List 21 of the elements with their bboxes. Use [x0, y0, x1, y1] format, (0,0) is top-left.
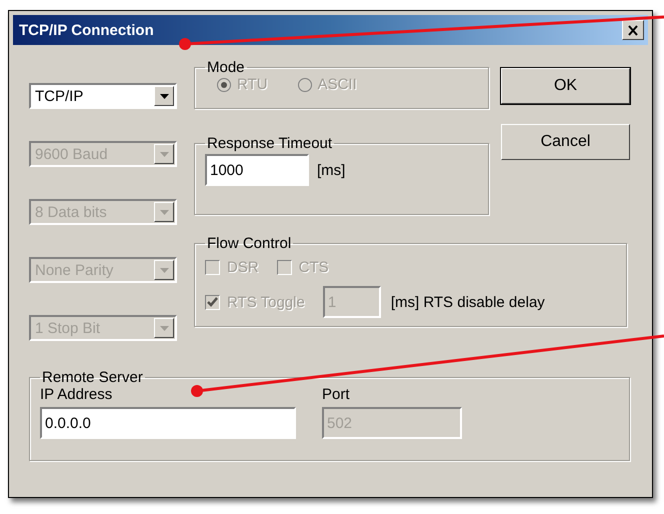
caret-icon: [160, 152, 168, 156]
field-label: Port: [322, 386, 351, 403]
field-label: IP Address: [40, 386, 114, 403]
caret-icon: [160, 268, 168, 272]
caret-icon: [160, 210, 168, 214]
unit-label: [ms] RTS disable delay: [390, 294, 545, 310]
group-label: Mode: [206, 59, 246, 76]
unit-label: [ms]: [317, 162, 346, 178]
caret-icon: [160, 94, 168, 98]
timeout-field[interactable]: 1000: [205, 154, 309, 186]
dialog-button[interactable]: Cancel: [501, 124, 630, 160]
close-icon: [627, 24, 639, 36]
group-label: Response Timeout: [206, 135, 334, 152]
group-label: Remote Server: [41, 369, 144, 386]
caret-icon: [160, 326, 168, 330]
close-button[interactable]: [622, 20, 644, 40]
group-label: Flow Control: [206, 235, 292, 252]
dropdown[interactable]: TCP/IP: [29, 83, 177, 109]
window-title: TCP/IP Connection: [19, 22, 154, 38]
ip-address-field[interactable]: 0.0.0.0: [40, 407, 296, 439]
dialog-button[interactable]: OK: [501, 68, 630, 104]
